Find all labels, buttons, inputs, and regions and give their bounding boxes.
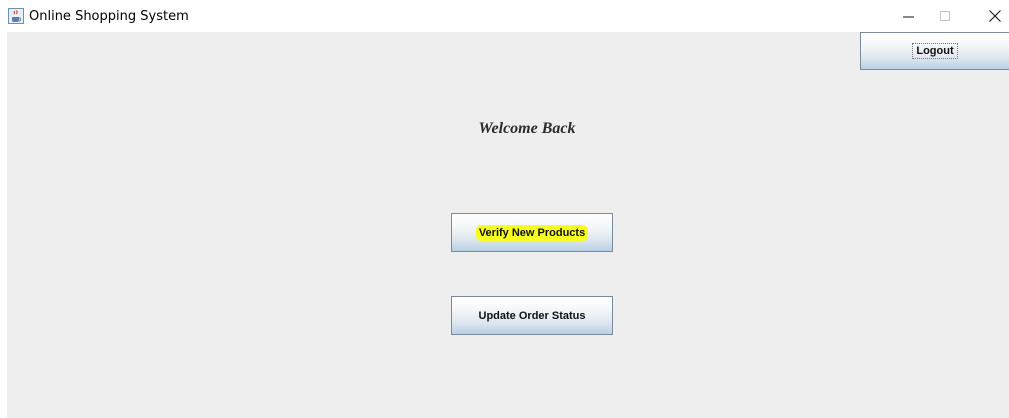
title-bar[interactable]: Online Shopping System <box>0 0 1009 32</box>
update-button-label: Update Order Status <box>478 309 586 322</box>
content-pane: Logout Welcome Back Verify New Products … <box>7 32 1009 418</box>
verify-button-label: Verify New Products <box>475 224 589 241</box>
logout-button[interactable]: Logout <box>860 32 1009 70</box>
window-title: Online Shopping System <box>29 9 189 24</box>
java-coffee-cup-icon[interactable] <box>8 8 24 24</box>
close-icon <box>989 10 1001 22</box>
close-button[interactable] <box>972 0 1009 32</box>
logout-button-label: Logout <box>912 43 958 59</box>
update-order-status-button[interactable]: Update Order Status <box>451 296 613 335</box>
app-window: Online Shopping System Logout Welcome Ba… <box>0 0 1009 418</box>
welcome-heading: Welcome Back <box>478 120 576 137</box>
verify-new-products-button[interactable]: Verify New Products <box>451 213 613 252</box>
maximize-button[interactable] <box>922 0 968 32</box>
minimize-icon <box>903 16 914 18</box>
maximize-icon <box>940 11 950 21</box>
